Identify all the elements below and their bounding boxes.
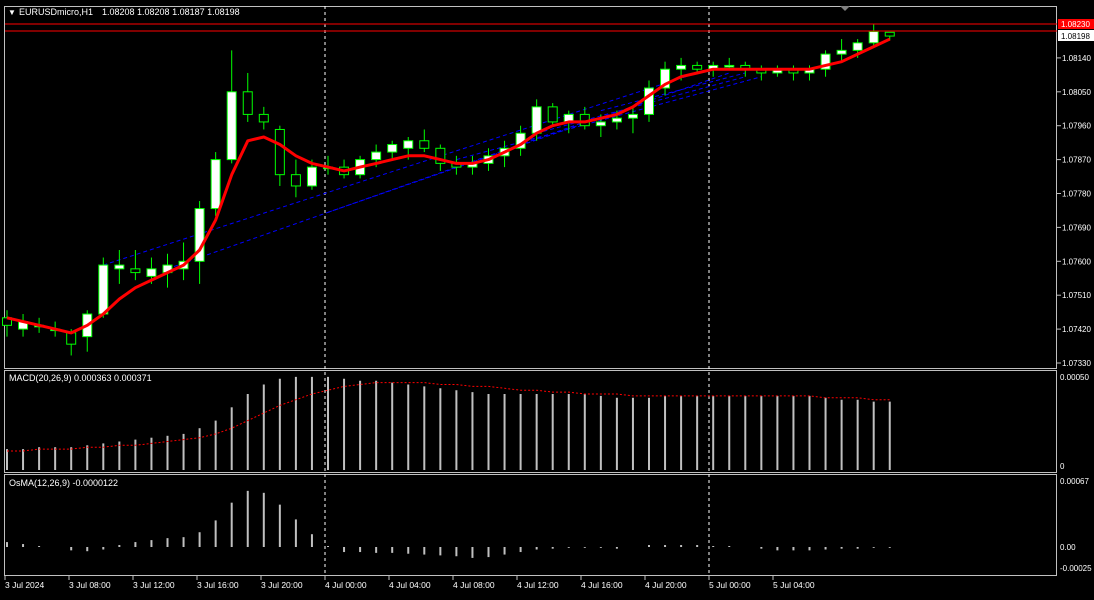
macd-histogram <box>6 376 891 470</box>
candle-body <box>98 264 109 315</box>
osma-axis-label-top: 0.00067 <box>1060 477 1089 486</box>
time-axis-label: 3 Jul 16:00 <box>197 580 239 590</box>
candle-body <box>611 117 622 123</box>
time-axis-label: 3 Jul 12:00 <box>133 580 175 590</box>
candle-body <box>387 144 398 153</box>
time-axis: 3 Jul 2024 3 Jul 08:00 3 Jul 12:00 3 Jul 16… <box>4 576 815 590</box>
candle-body <box>146 268 157 277</box>
candle-body <box>306 166 317 187</box>
price-axis: 1.08140 1.08050 1.07960 1.07870 1.07780 1.076… <box>1057 54 1091 368</box>
macd-axis-label-top: 0.00050 <box>1060 373 1089 382</box>
top-price-tag-text: 1.08230 <box>1061 20 1090 29</box>
time-axis-label: 4 Jul 04:00 <box>389 580 431 590</box>
candle-body <box>692 64 703 70</box>
time-axis-label: 4 Jul 12:00 <box>517 580 559 590</box>
time-axis-label: 4 Jul 20:00 <box>645 580 687 590</box>
current-price-tag-text: 1.08198 <box>1061 32 1090 41</box>
time-axis-label: 5 Jul 04:00 <box>773 580 815 590</box>
candle-body <box>547 106 558 123</box>
price-axis-label: 1.07510 <box>1062 291 1091 300</box>
time-axis-label: 4 Jul 16:00 <box>581 580 623 590</box>
price-axis-label: 1.08050 <box>1062 88 1091 97</box>
chart-shift-marker-icon[interactable] <box>840 6 850 11</box>
moving-average-path <box>6 37 891 335</box>
candle-body <box>852 42 863 51</box>
osma-axis-label-zero: 0.00 <box>1060 543 1076 552</box>
candle-body <box>627 113 638 119</box>
chart-ohlc-values: 1.08208 1.08208 1.08187 1.08198 <box>102 7 240 17</box>
candle-body <box>130 268 141 274</box>
price-axis-label: 1.07870 <box>1062 156 1091 165</box>
trend-line <box>103 72 698 266</box>
time-axis-label: 3 Jul 2024 <box>5 580 44 590</box>
moving-average-line <box>6 37 891 335</box>
time-axis-label: 4 Jul 00:00 <box>325 580 367 590</box>
candle-body <box>242 91 253 115</box>
candle-body <box>371 151 382 161</box>
time-axis-label: 5 Jul 00:00 <box>709 580 751 590</box>
chart-symbol-label: EURUSDmicro,H1 <box>19 7 93 17</box>
trend-line <box>327 72 730 213</box>
candle-body <box>258 113 269 123</box>
candle-body <box>836 49 847 55</box>
price-axis-label: 1.07780 <box>1062 190 1091 199</box>
macd-signal-line <box>7 382 890 452</box>
trend-line <box>536 76 746 134</box>
candle-body <box>884 31 895 37</box>
osma-panel-frame <box>4 474 1057 576</box>
candle-body <box>419 140 430 149</box>
macd-axis-label-zero: 0 <box>1060 462 1065 471</box>
candle-body <box>114 264 125 270</box>
price-axis-label: 1.07420 <box>1062 325 1091 334</box>
candle-body <box>595 121 606 127</box>
candle-body <box>226 91 237 161</box>
trend-line <box>456 76 762 161</box>
candle-body <box>531 106 542 134</box>
candle-body <box>403 140 414 149</box>
trading-chart-window[interactable]: ▼ EURUSDmicro,H1 1.08208 1.08208 1.08187… <box>0 0 1094 598</box>
candle-body <box>868 31 879 44</box>
chart-canvas[interactable]: ▼ EURUSDmicro,H1 1.08208 1.08208 1.08187… <box>0 0 1094 598</box>
price-axis-label: 1.07600 <box>1062 257 1091 266</box>
candle-body <box>290 174 301 187</box>
osma-indicator-label: OsMA(12,26,9) -0.0000122 <box>9 478 118 488</box>
osma-axis-label-bottom: -0.00025 <box>1060 564 1092 573</box>
candle-body <box>724 64 735 68</box>
macd-indicator-label: MACD(20,26,9) 0.000363 0.000371 <box>9 373 152 383</box>
price-axis-label: 1.07690 <box>1062 223 1091 232</box>
collapse-arrow-icon[interactable]: ▼ <box>8 8 16 17</box>
candle-body <box>210 159 221 210</box>
candle-body <box>676 64 687 70</box>
price-axis-label: 1.08140 <box>1062 54 1091 63</box>
price-axis-label: 1.07330 <box>1062 359 1091 368</box>
main-chart-frame <box>4 6 1057 369</box>
osma-histogram <box>6 490 891 558</box>
macd-signal-path <box>7 382 890 452</box>
trend-line <box>600 72 746 112</box>
candlestick-series <box>2 24 895 356</box>
time-axis-label: 3 Jul 20:00 <box>261 580 303 590</box>
candle-body <box>274 128 285 176</box>
time-axis-label: 4 Jul 08:00 <box>453 580 495 590</box>
price-axis-label: 1.07960 <box>1062 122 1091 131</box>
candle-body <box>66 332 77 345</box>
time-axis-label: 3 Jul 08:00 <box>69 580 111 590</box>
macd-panel-frame <box>4 370 1057 473</box>
